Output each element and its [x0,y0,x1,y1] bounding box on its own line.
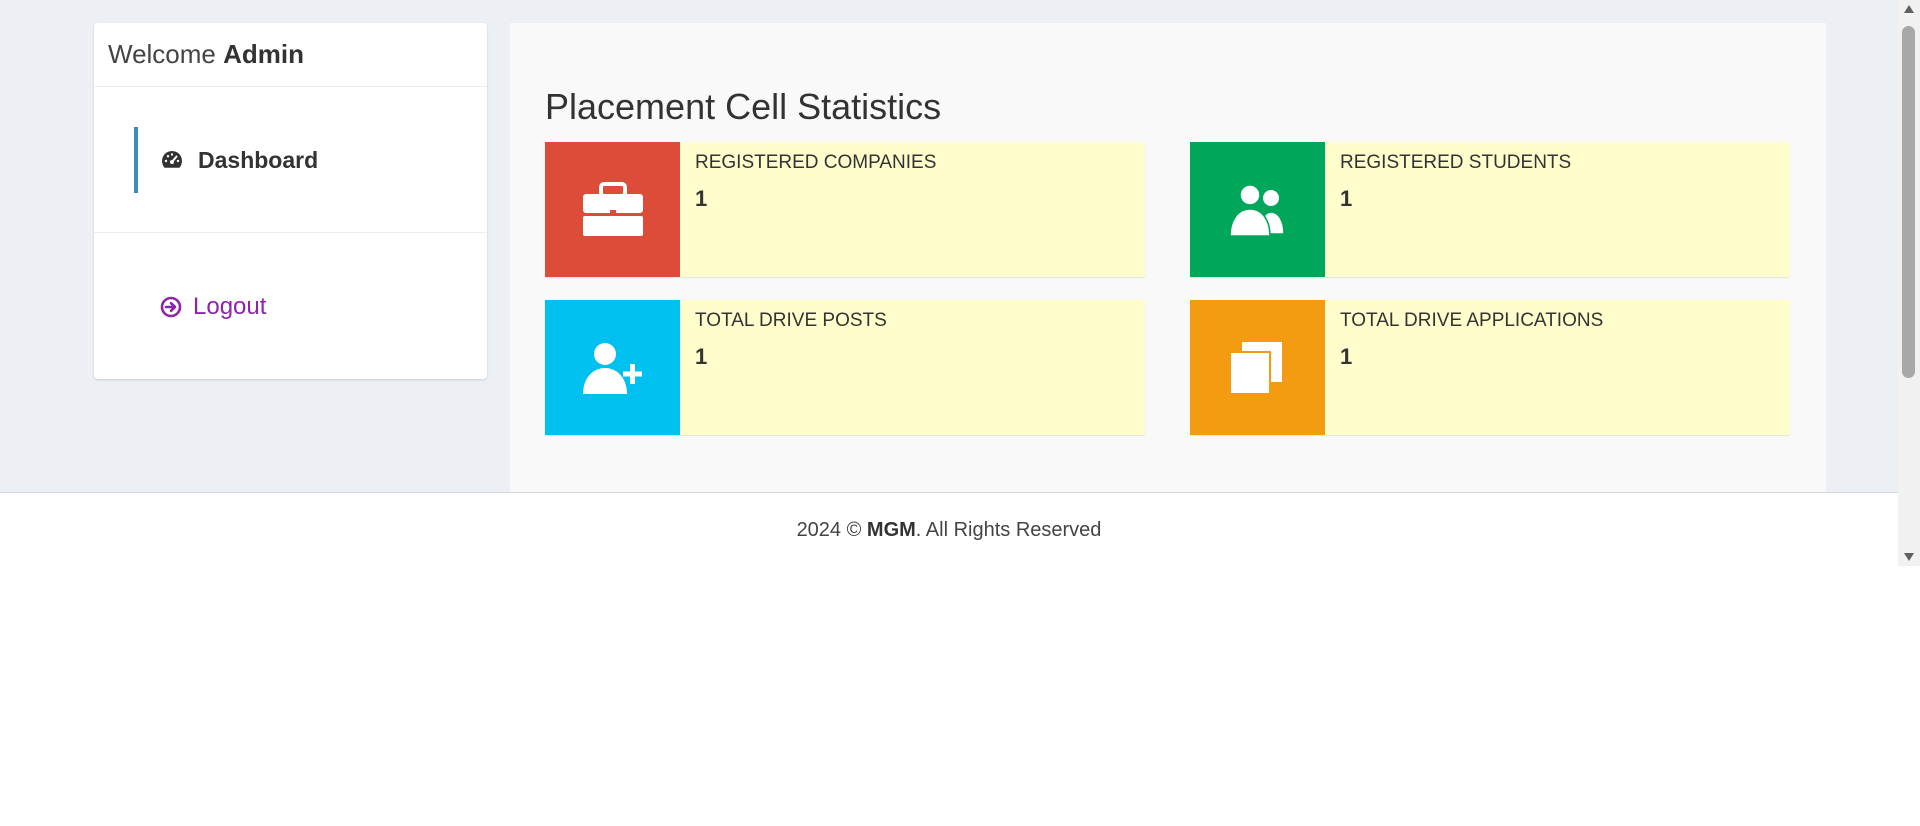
info-box-registered-students[interactable]: REGISTERED STUDENTS 1 [1190,142,1790,277]
info-box-registered-companies[interactable]: REGISTERED COMPANIES 1 [545,142,1145,277]
scrollbar-thumb[interactable] [1902,26,1915,378]
footer: 2024 © MGM. All Rights Reserved [0,492,1898,572]
info-box-total-drive-posts[interactable]: TOTAL DRIVE POSTS 1 [545,300,1145,435]
info-box-total-drive-applications[interactable]: TOTAL DRIVE APPLICATIONS 1 [1190,300,1790,435]
page-title: Placement Cell Statistics [545,86,942,127]
sidebar-divider [94,232,487,233]
sidebar-item-logout[interactable]: Logout [160,293,266,321]
info-box-label: REGISTERED STUDENTS [1340,152,1572,173]
info-box-label: TOTAL DRIVE APPLICATIONS [1340,310,1604,331]
info-box-value: 1 [695,344,708,369]
users-icon [1190,142,1325,277]
info-box-label: REGISTERED COMPANIES [695,152,937,173]
info-box-value: 1 [1340,186,1353,211]
dashboard-icon [160,148,184,172]
info-box-label: TOTAL DRIVE POSTS [695,310,887,331]
vertical-scrollbar[interactable] [1898,0,1920,566]
sidebar: Welcome Admin Dashboard Logout [94,23,487,379]
info-box-value: 1 [695,186,708,211]
copy-icon [1190,300,1325,435]
page: Welcome Admin Dashboard Logout Placement… [0,0,1898,826]
logout-icon [160,296,182,318]
user-plus-icon [545,300,680,435]
welcome-username: Admin [223,39,304,69]
welcome-prefix: Welcome [108,39,224,69]
scroll-up-arrow-icon[interactable] [1898,0,1920,18]
footer-brand: MGM [866,519,916,541]
footer-copyright: 2024 © MGM. All Rights Reserved [0,519,1898,542]
footer-rights: . All Rights Reserved [915,519,1102,541]
sidebar-item-dashboard[interactable]: Dashboard [134,127,464,193]
briefcase-icon [545,142,680,277]
scroll-down-arrow-icon[interactable] [1898,548,1920,566]
welcome-header: Welcome Admin [94,23,487,87]
sidebar-item-label: Logout [193,293,267,320]
sidebar-item-label: Dashboard [198,146,319,173]
main-panel: Placement Cell Statistics REGISTERED COM… [510,23,1826,492]
footer-year: 2024 © [796,519,867,541]
info-box-value: 1 [1340,344,1353,369]
